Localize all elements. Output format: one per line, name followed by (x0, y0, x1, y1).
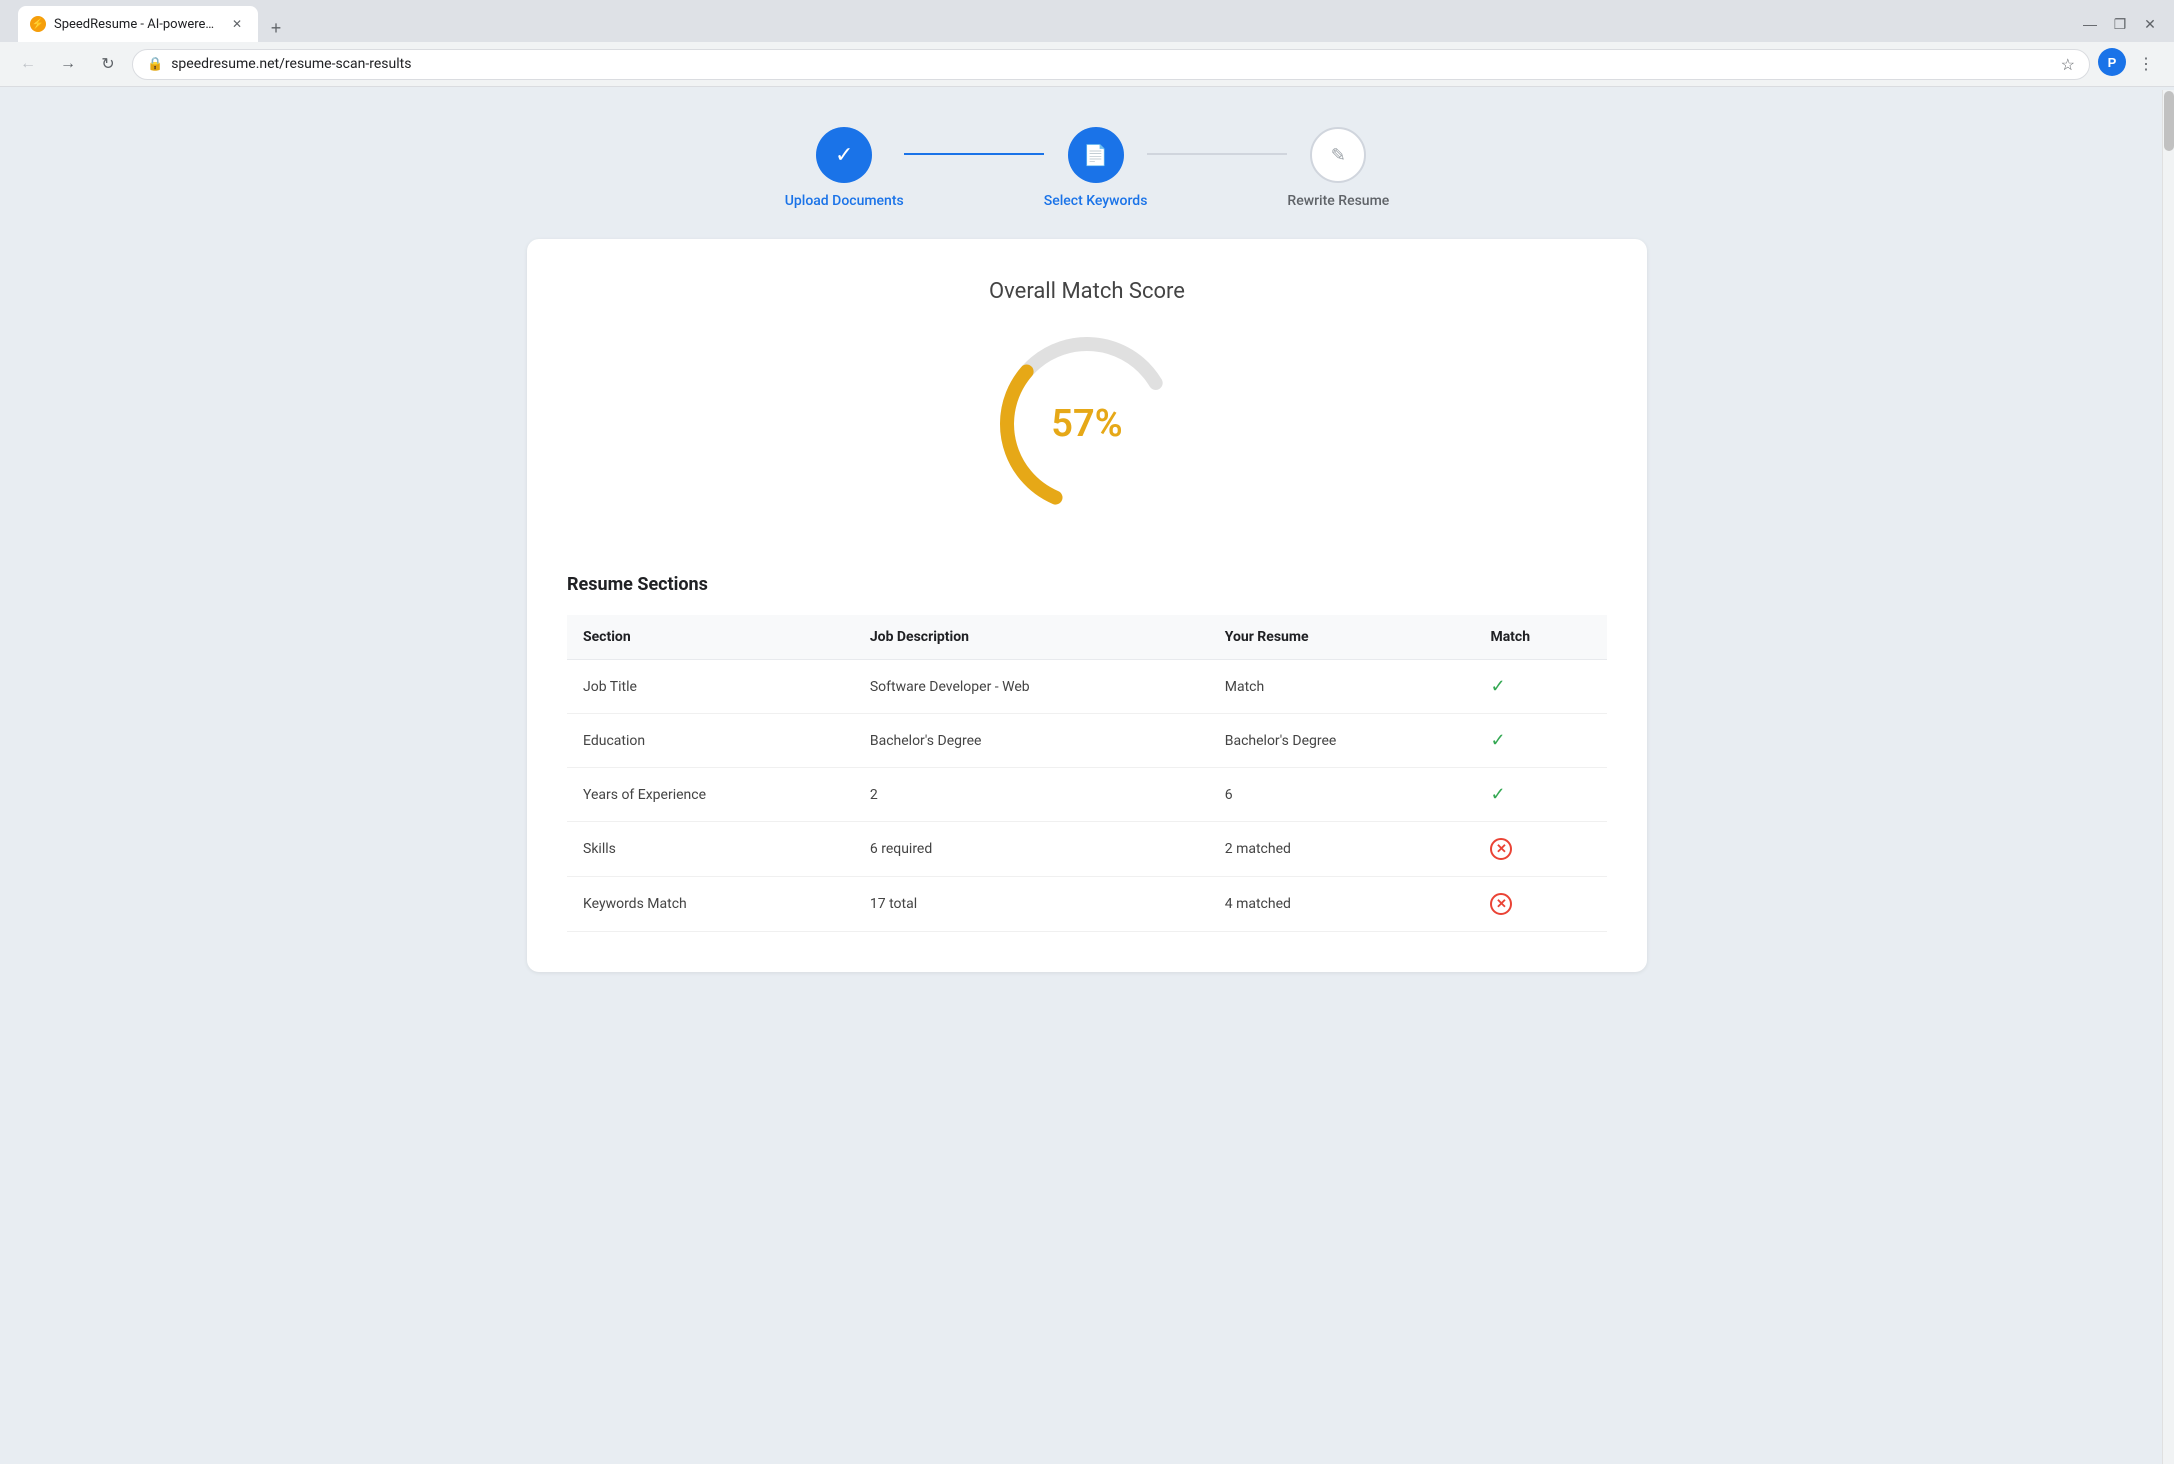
cell-match: ✓ (1474, 714, 1607, 768)
page-content: ✓ Upload Documents 📄 Select Keywords ✎ R… (0, 87, 2174, 1461)
tab-favicon: ⚡ (30, 16, 46, 32)
cell-job-desc: 6 required (854, 822, 1209, 877)
cell-your-resume: 4 matched (1209, 877, 1475, 932)
score-section: Overall Match Score 57% (567, 279, 1607, 524)
match-x-icon: ✕ (1490, 893, 1512, 915)
profile-button[interactable]: P (2098, 48, 2126, 76)
tab-bar: ⚡ SpeedResume - AI-powered re... ✕ + (10, 6, 298, 42)
cell-section: Skills (567, 822, 854, 877)
step-rewrite: ✎ Rewrite Resume (1287, 127, 1389, 209)
forward-button[interactable]: → (52, 48, 84, 80)
sections-title: Resume Sections (567, 574, 1607, 595)
col-your-resume: Your Resume (1209, 615, 1475, 660)
address-bar[interactable]: 🔒 speedresume.net/resume-scan-results ☆ (132, 49, 2090, 80)
step-keywords-icon: 📄 (1083, 143, 1108, 167)
step-upload-label: Upload Documents (785, 193, 904, 209)
step-rewrite-icon: ✎ (1331, 145, 1346, 166)
score-value: 57% (1051, 402, 1122, 446)
cell-match: ✕ (1474, 877, 1607, 932)
resume-sections: Resume Sections Section Job Description … (567, 574, 1607, 932)
steps-container: ✓ Upload Documents 📄 Select Keywords ✎ R… (20, 127, 2154, 209)
cell-section: Keywords Match (567, 877, 854, 932)
cell-section: Job Title (567, 660, 854, 714)
reload-button[interactable]: ↻ (92, 48, 124, 80)
step-line-1 (904, 153, 1044, 155)
bookmark-icon[interactable]: ☆ (2061, 55, 2075, 74)
step-keywords-circle: 📄 (1068, 127, 1124, 183)
close-button[interactable]: ✕ (2136, 10, 2164, 38)
window-controls: — ❐ ✕ (2076, 10, 2164, 38)
cell-section: Years of Experience (567, 768, 854, 822)
browser-chrome: ⚡ SpeedResume - AI-powered re... ✕ + — ❐… (0, 0, 2174, 87)
minimize-button[interactable]: — (2076, 10, 2104, 38)
table-header-row: Section Job Description Your Resume Matc… (567, 615, 1607, 660)
match-x-icon: ✕ (1490, 838, 1512, 860)
table-row: Keywords Match17 total4 matched ✕ (567, 877, 1607, 932)
match-check-icon: ✓ (1490, 676, 1505, 697)
browser-titlebar: ⚡ SpeedResume - AI-powered re... ✕ + — ❐… (0, 0, 2174, 42)
col-match: Match (1474, 615, 1607, 660)
cell-your-resume: 2 matched (1209, 822, 1475, 877)
scrollbar-track[interactable] (2162, 90, 2174, 1464)
cell-your-resume: Match (1209, 660, 1475, 714)
cell-job-desc: 2 (854, 768, 1209, 822)
cell-job-desc: Software Developer - Web (854, 660, 1209, 714)
menu-button[interactable]: ⋮ (2130, 48, 2162, 80)
table-row: Years of Experience26 ✓ (567, 768, 1607, 822)
cell-match: ✓ (1474, 660, 1607, 714)
main-card: Overall Match Score 57% Resume Sections … (527, 239, 1647, 972)
step-line-2 (1147, 153, 1287, 155)
step-rewrite-label: Rewrite Resume (1287, 193, 1389, 209)
step-rewrite-circle: ✎ (1310, 127, 1366, 183)
table-header: Section Job Description Your Resume Matc… (567, 615, 1607, 660)
maximize-button[interactable]: ❐ (2106, 10, 2134, 38)
step-keywords-label: Select Keywords (1044, 193, 1148, 209)
toolbar-right: P ⋮ (2098, 48, 2162, 80)
col-job-desc: Job Description (854, 615, 1209, 660)
cell-job-desc: Bachelor's Degree (854, 714, 1209, 768)
step-upload-icon: ✓ (835, 143, 853, 168)
scrollbar-thumb[interactable] (2164, 91, 2174, 151)
cell-section: Education (567, 714, 854, 768)
cell-match: ✕ (1474, 822, 1607, 877)
step-upload: ✓ Upload Documents (785, 127, 904, 209)
new-tab-button[interactable]: + (262, 14, 290, 42)
back-button[interactable]: ← (12, 48, 44, 80)
active-tab[interactable]: ⚡ SpeedResume - AI-powered re... ✕ (18, 6, 258, 42)
tab-title: SpeedResume - AI-powered re... (54, 17, 220, 32)
cell-your-resume: Bachelor's Degree (1209, 714, 1475, 768)
secure-icon: 🔒 (147, 57, 163, 72)
table-row: Skills6 required2 matched ✕ (567, 822, 1607, 877)
step-keywords: 📄 Select Keywords (1044, 127, 1148, 209)
tab-close-button[interactable]: ✕ (228, 15, 246, 33)
match-check-icon: ✓ (1490, 730, 1505, 751)
table-row: EducationBachelor's DegreeBachelor's Deg… (567, 714, 1607, 768)
cell-job-desc: 17 total (854, 877, 1209, 932)
table-body: Job TitleSoftware Developer - WebMatch✓E… (567, 660, 1607, 932)
match-check-icon: ✓ (1490, 784, 1505, 805)
gauge-chart: 57% (987, 324, 1187, 524)
table-row: Job TitleSoftware Developer - WebMatch ✓ (567, 660, 1607, 714)
col-section: Section (567, 615, 854, 660)
sections-table: Section Job Description Your Resume Matc… (567, 615, 1607, 932)
address-text: speedresume.net/resume-scan-results (171, 56, 2052, 72)
cell-match: ✓ (1474, 768, 1607, 822)
step-upload-circle: ✓ (816, 127, 872, 183)
cell-your-resume: 6 (1209, 768, 1475, 822)
browser-toolbar: ← → ↻ 🔒 speedresume.net/resume-scan-resu… (0, 42, 2174, 86)
